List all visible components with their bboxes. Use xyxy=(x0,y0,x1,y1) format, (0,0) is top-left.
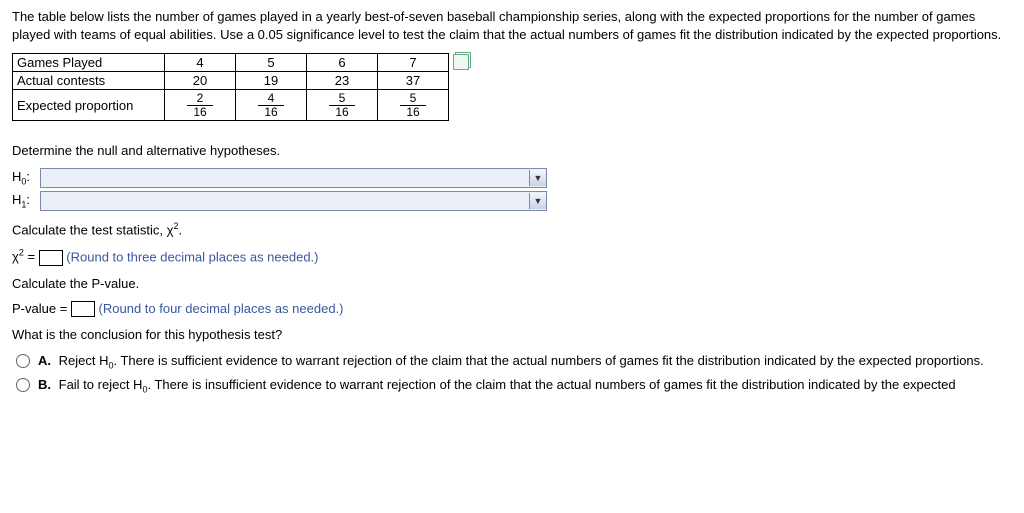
cell: 6 xyxy=(307,54,378,72)
pvalue-label: P-value = xyxy=(12,301,71,316)
chi-hint: (Round to three decimal places as needed… xyxy=(66,249,318,264)
row-label-expected: Expected proportion xyxy=(13,90,165,121)
cell: 516 xyxy=(378,90,449,121)
data-table: Games Played 4 5 6 7 Actual contests 20 … xyxy=(12,53,449,121)
cell: 19 xyxy=(236,72,307,90)
option-b-radio[interactable] xyxy=(16,378,30,392)
problem-statement: The table below lists the number of game… xyxy=(12,8,1012,43)
cell: 216 xyxy=(165,90,236,121)
option-b-text: B. Fail to reject H0. There is insuffici… xyxy=(38,376,956,396)
h1-label: H1: xyxy=(12,192,40,210)
chi-prompt: Calculate the test statistic, χ2. xyxy=(12,221,1012,237)
conclusion-prompt: What is the conclusion for this hypothes… xyxy=(12,327,1012,342)
pvalue-hint: (Round to four decimal places as needed.… xyxy=(99,301,344,316)
pvalue-input[interactable] xyxy=(71,301,95,317)
cell: 516 xyxy=(307,90,378,121)
cell: 416 xyxy=(236,90,307,121)
h0-dropdown[interactable]: ▼ xyxy=(40,168,547,188)
chevron-down-icon[interactable]: ▼ xyxy=(529,170,546,186)
row-label-actual: Actual contests xyxy=(13,72,165,90)
copy-icon[interactable] xyxy=(453,54,469,70)
cell: 4 xyxy=(165,54,236,72)
pvalue-prompt: Calculate the P-value. xyxy=(12,276,1012,291)
chi-label: χ2 = xyxy=(12,249,39,264)
hypotheses-prompt: Determine the null and alternative hypot… xyxy=(12,143,1012,158)
table-row: Games Played 4 5 6 7 xyxy=(13,54,449,72)
option-a-text: A. Reject H0. There is sufficient eviden… xyxy=(38,352,984,372)
chi-square-input[interactable] xyxy=(39,250,63,266)
row-label-games: Games Played xyxy=(13,54,165,72)
chevron-down-icon[interactable]: ▼ xyxy=(529,193,546,209)
table-row: Expected proportion 216 416 516 516 xyxy=(13,90,449,121)
table-row: Actual contests 20 19 23 37 xyxy=(13,72,449,90)
h1-dropdown[interactable]: ▼ xyxy=(40,191,547,211)
cell: 23 xyxy=(307,72,378,90)
cell: 7 xyxy=(378,54,449,72)
h0-label: H0: xyxy=(12,169,40,187)
option-a-radio[interactable] xyxy=(16,354,30,368)
cell: 5 xyxy=(236,54,307,72)
cell: 37 xyxy=(378,72,449,90)
cell: 20 xyxy=(165,72,236,90)
